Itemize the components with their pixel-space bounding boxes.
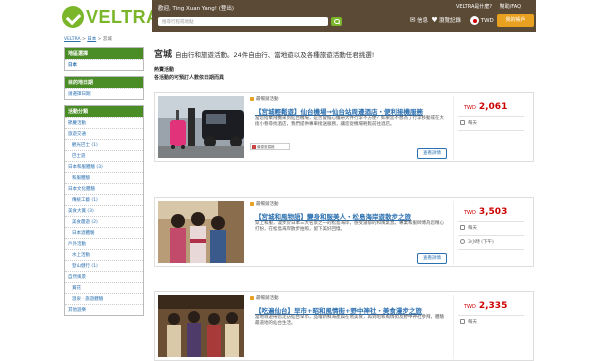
greeting-text[interactable]: 歡迎, Ting Xuan Yang! (登出) — [158, 4, 234, 12]
veltra-logo[interactable]: VELTRA — [62, 6, 162, 28]
availability: 每天 — [460, 225, 477, 231]
view-details-button[interactable]: 查看詳情 — [417, 148, 447, 159]
category-item[interactable]: 賞花 — [65, 282, 143, 293]
logo-text: VELTRA — [86, 7, 160, 27]
availability: 每天 — [460, 319, 477, 325]
category-item[interactable]: 和服體驗 — [65, 172, 143, 183]
page-title: 宮城 自由行和旅遊活動。24件自由行、當地遊以及各種旅遊活動任君挑選! — [154, 47, 534, 60]
category-item[interactable]: 水上活動 — [65, 249, 143, 260]
best-price-badge: 最優惠價格 — [250, 143, 290, 150]
bestseller-badge: 最暢銷活動 — [250, 96, 279, 102]
category-filter: 活動分類 節慶活動 旅遊交通 觀光巴士 (1) 巴士遊 日本和服體驗 (3) 和服體驗 日本… — [64, 105, 144, 316]
activity-description: 穿上和服，漫步於日本三大名景之一的松島海岸，感受濃郁的和風氣息。專業和服師傅為您… — [255, 221, 444, 233]
category-item[interactable]: 日本文化體驗 — [65, 183, 143, 194]
currency-selector[interactable]: TWD — [470, 16, 494, 25]
category-item[interactable]: 登山健行 (1) — [65, 260, 143, 271]
activity-title[interactable]: 【宮城和風物語】變身和服美人・松島海岸遊散步之旅 — [255, 211, 411, 221]
activity-title[interactable]: 【宮城輕鬆遊】仙台機場→仙台站周邊酒店・便利接機服務 — [255, 106, 423, 116]
heart-icon: ♥ — [431, 16, 438, 24]
duration: 3小時 (下午) — [460, 239, 494, 245]
price: TWD 2,335 — [464, 301, 508, 311]
sidebar: 地區選擇 日本 目的地日期 請選擇日期 活動分類 節慶活動 旅遊交通 觀光巴士 (1… — [64, 47, 144, 321]
category-item[interactable]: 日本酒體驗 — [65, 227, 143, 238]
category-item[interactable]: 自然風景 — [65, 271, 143, 282]
section-heading: 熱賣活動 — [154, 67, 175, 73]
messages-link[interactable]: ✉ 信息 — [408, 16, 428, 25]
calendar-icon — [460, 319, 465, 324]
currency-label: TWD — [480, 18, 494, 24]
search-button[interactable] — [331, 17, 342, 26]
calendar-icon — [460, 120, 465, 125]
view-details-button[interactable]: 查看詳情 — [417, 253, 447, 264]
category-item[interactable]: 溫泉 · 旅遊體驗 — [65, 293, 143, 304]
activity-thumbnail-food-tour[interactable] — [158, 295, 244, 357]
area-filter: 地區選擇 日本 — [64, 47, 144, 71]
category-item[interactable]: 旅遊交通 — [65, 128, 143, 139]
price-box: TWD 2,061 每天 — [453, 96, 529, 160]
bestseller-badge: 最暢銷活動 — [250, 295, 279, 301]
availability: 每天 — [460, 120, 477, 126]
taiwan-flag-icon — [470, 16, 479, 25]
page-title-sub: 自由行和旅遊活動。24件自由行、當地遊以及各種旅遊活動任君挑選! — [175, 51, 375, 59]
activity-card: 最暢銷活動 【宮城和風物語】變身和服美人・松島海岸遊散步之旅 穿上和服，漫步於日… — [154, 197, 534, 267]
search-placeholder: 搜尋行程或地點 — [162, 19, 194, 25]
price-box: TWD 2,335 每天 — [453, 295, 529, 359]
wishlist-label: 瀏覽記錄 — [439, 18, 462, 24]
activity-thumbnail-airport[interactable] — [158, 96, 244, 158]
breadcrumb-veltra[interactable]: VELTRA — [64, 37, 81, 42]
date-picker[interactable]: 請選擇日期 — [65, 88, 143, 99]
activity-description: 當地導遊帶您走訪仙台早市，品嚐新鮮海產與在地美食，再到昭和風情街及野中神社參拜，… — [255, 315, 444, 327]
category-list: 節慶活動 旅遊交通 觀光巴士 (1) 巴士遊 日本和服體驗 (3) 和服體驗 日本文化體驗傳… — [65, 117, 143, 315]
category-item[interactable]: 戶外活動 — [65, 238, 143, 249]
activity-title[interactable]: 【吃遍仙台】早市+昭和風情街+野中神社・美食漫步之旅 — [255, 305, 422, 315]
messages-label: 信息 — [417, 18, 429, 24]
logo-check-icon — [62, 6, 84, 28]
activity-card: 最暢銷活動 【宮城輕鬆遊】仙台機場→仙台站周邊酒店・便利接機服務 當您搭乘飛機來… — [154, 92, 534, 162]
top-links: VELTRA是什麼? 幫助/FAQ — [450, 3, 521, 10]
calendar-icon — [460, 225, 465, 230]
page-title-text: 宮城 — [154, 50, 173, 60]
activity-description: 當您搭乘飛機來到仙台機場，是否會擔心攜帶大件行李不方便？如果您不想為了行李移動或… — [255, 116, 444, 128]
wishlist-link[interactable]: ♥瀏覽記錄 — [430, 16, 461, 25]
category-item[interactable]: 美食大賞 (3) — [65, 205, 143, 216]
header: VELTRA 歡迎, Ting Xuan Yang! (登出) 搜尋行程或地點 … — [0, 0, 600, 32]
search-input[interactable]: 搜尋行程或地點 — [158, 17, 328, 26]
category-filter-title: 活動分類 — [65, 106, 143, 117]
breadcrumb: VELTRA > 日本 > 宮城 — [64, 37, 112, 42]
category-item[interactable]: 巴士遊 — [65, 150, 143, 161]
about-link[interactable]: VELTRA是什麼? — [456, 4, 492, 10]
main-content: 宮城 自由行和旅遊活動。24件自由行、當地遊以及各種旅遊活動任君挑選! 熱賣活動 … — [154, 47, 534, 361]
my-account-button[interactable]: 我的帳戶 — [497, 14, 534, 27]
category-item[interactable]: 傳統工藝 (1) — [65, 194, 143, 205]
help-link[interactable]: 幫助/FAQ — [500, 4, 521, 10]
activity-card: 最暢銷活動 【吃遍仙台】早市+昭和風情街+野中神社・美食漫步之旅 當地導遊帶您走… — [154, 291, 534, 361]
date-filter-title: 目的地日期 — [65, 77, 143, 88]
breadcrumb-japan[interactable]: 日本 — [87, 37, 96, 42]
clock-icon — [460, 239, 465, 244]
price-box: TWD 3,503 每天 3小時 (下午) — [453, 201, 529, 265]
price: TWD 3,503 — [464, 207, 508, 217]
area-item-japan[interactable]: 日本 — [65, 59, 143, 70]
category-item[interactable]: 其他遊樂 — [65, 304, 143, 315]
activity-thumbnail-kimono[interactable] — [158, 201, 244, 263]
price: TWD 2,061 — [464, 102, 508, 112]
category-item[interactable]: 日本和服體驗 (3) — [65, 161, 143, 172]
bestseller-badge: 最暢銷活動 — [250, 201, 279, 207]
category-item[interactable]: 觀光巴士 (1) — [65, 139, 143, 150]
area-filter-title: 地區選擇 — [65, 48, 143, 59]
section-note: 各活動的可預訂人數依日期而異 — [154, 75, 225, 81]
category-item[interactable]: 節慶活動 — [65, 117, 143, 128]
breadcrumb-current: 宮城 — [102, 37, 112, 42]
mail-icon: ✉ — [409, 16, 416, 24]
date-filter: 目的地日期 請選擇日期 — [64, 76, 144, 100]
category-item[interactable]: 美食團遊 (2) — [65, 216, 143, 227]
